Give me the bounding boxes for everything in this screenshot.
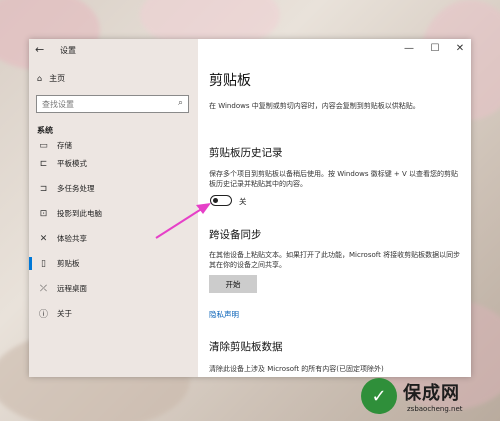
sidebar-item-label: 剪贴板 — [57, 259, 80, 268]
back-arrow-icon[interactable]: ← — [35, 43, 44, 56]
sidebar: ⌂ 主页 查找设置 ⌕ 系统 ▭ 存储 ⊏ 平板模式 ⊐ 多任务处理 ⊡ 投影到… — [29, 39, 198, 377]
sidebar-item-label: 存储 — [57, 141, 72, 150]
project-icon: ⊡ — [39, 208, 48, 219]
info-icon: ⓘ — [39, 310, 49, 320]
main-content: 剪贴板 在 Windows 中复制或剪切内容时，内容会复制到剪贴板以供粘贴。 剪… — [198, 39, 471, 377]
watermark-brand: 保成网 — [403, 383, 460, 404]
clipboard-history-toggle[interactable] — [210, 195, 232, 206]
window-title: 设置 — [60, 46, 76, 55]
sidebar-item-label: 体验共享 — [57, 234, 87, 243]
settings-window: ⌂ 主页 查找设置 ⌕ 系统 ▭ 存储 ⊏ 平板模式 ⊐ 多任务处理 ⊡ 投影到… — [29, 39, 471, 377]
sidebar-item-multitasking[interactable]: ⊐ 多任务处理 — [29, 176, 198, 201]
sidebar-item-storage[interactable]: ▭ 存储 — [29, 141, 198, 151]
clear-description: 清除此设备上涉及 Microsoft 的所有内容(已固定项除外) — [209, 365, 384, 373]
sidebar-item-tablet-mode[interactable]: ⊏ 平板模式 — [29, 151, 198, 176]
sidebar-item-shared-experiences[interactable]: ✕ 体验共享 — [29, 226, 198, 251]
page-title: 剪贴板 — [209, 73, 251, 89]
sidebar-home[interactable]: ⌂ 主页 — [37, 73, 65, 84]
sync-description: 在其他设备上粘贴文本。如果打开了此功能，Microsoft 将接收剪贴板数据以同… — [209, 251, 461, 269]
search-box[interactable]: 查找设置 ⌕ — [36, 95, 189, 113]
sidebar-item-project[interactable]: ⊡ 投影到此电脑 — [29, 201, 198, 226]
sidebar-home-label: 主页 — [49, 74, 66, 83]
sidebar-nav: ▭ 存储 ⊏ 平板模式 ⊐ 多任务处理 ⊡ 投影到此电脑 ✕ 体验共享 ▯ 剪贴… — [29, 141, 198, 326]
storage-icon: ▭ — [39, 141, 48, 151]
watermark: ✓ 保成网 zsbaocheng.net — [355, 374, 500, 421]
sidebar-item-about[interactable]: ⓘ 关于 — [29, 301, 198, 326]
sidebar-item-label: 多任务处理 — [57, 184, 95, 193]
history-heading: 剪贴板历史记录 — [209, 147, 283, 159]
shared-experiences-icon: ✕ — [39, 233, 48, 244]
watermark-url: zsbaocheng.net — [407, 405, 463, 413]
sidebar-item-label: 关于 — [57, 309, 72, 318]
sidebar-item-clipboard[interactable]: ▯ 剪贴板 — [29, 251, 198, 276]
brand-logo-icon: ✓ — [361, 378, 397, 414]
sidebar-item-remote-desktop[interactable]: ⤫ 远程桌面 — [29, 276, 198, 301]
multitasking-icon: ⊐ — [39, 183, 48, 194]
toggle-knob — [213, 197, 218, 203]
sidebar-item-label: 远程桌面 — [57, 284, 87, 293]
sidebar-section-label: 系统 — [37, 126, 53, 135]
toggle-state-label: 关 — [239, 197, 247, 206]
clipboard-icon: ▯ — [41, 258, 46, 269]
privacy-statement-link[interactable]: 隐私声明 — [209, 309, 239, 320]
sidebar-item-label: 平板模式 — [57, 159, 87, 168]
remote-desktop-icon: ⤫ — [39, 283, 48, 294]
clear-heading: 清除剪贴板数据 — [209, 341, 283, 353]
tablet-mode-icon: ⊏ — [39, 158, 48, 169]
sync-start-button[interactable]: 开始 — [209, 275, 257, 293]
search-icon[interactable]: ⌕ — [178, 98, 183, 108]
sync-heading: 跨设备同步 — [209, 229, 262, 241]
clipboard-intro: 在 Windows 中复制或剪切内容时，内容会复制到剪贴板以供粘贴。 — [209, 102, 420, 110]
home-icon: ⌂ — [37, 74, 43, 83]
search-input[interactable]: 查找设置 — [42, 99, 74, 110]
history-description: 保存多个项目到剪贴板以备稍后使用。按 Windows 徽标键 + V 以查看您的… — [209, 170, 459, 188]
sidebar-item-label: 投影到此电脑 — [57, 209, 102, 218]
